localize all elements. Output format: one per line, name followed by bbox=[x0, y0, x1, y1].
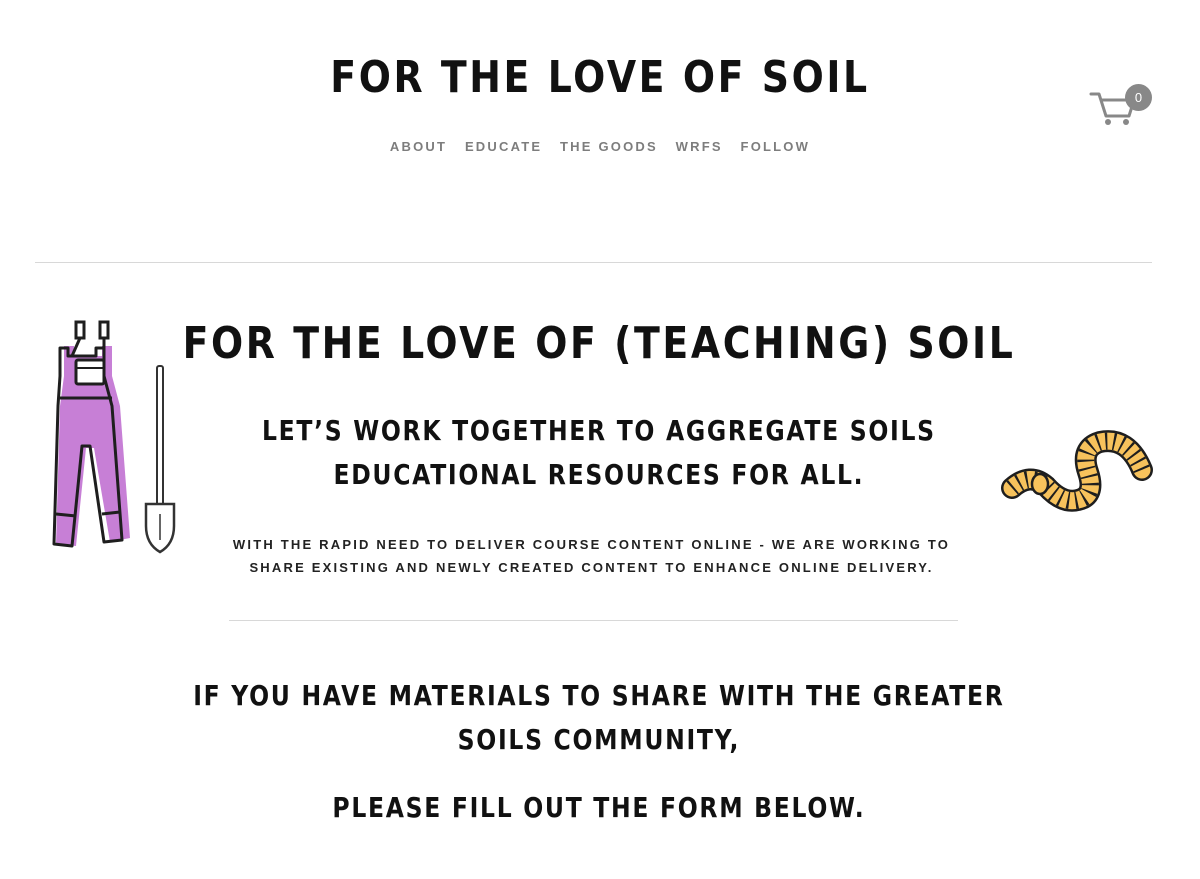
subheading-line-2: EDUCATIONAL RESOURCES FOR ALL. bbox=[333, 458, 865, 491]
nav-about[interactable]: ABOUT bbox=[390, 139, 447, 154]
nav-wrfs[interactable]: WRFS bbox=[676, 139, 723, 154]
site-title[interactable]: FOR THE LOVE OF SOIL bbox=[84, 52, 1116, 103]
header-divider bbox=[35, 262, 1152, 263]
main-nav: ABOUT EDUCATE THE GOODS WRFS FOLLOW bbox=[0, 139, 1200, 154]
form-prompt: PLEASE FILL OUT THE FORM BELOW. bbox=[332, 791, 866, 824]
subheading-line-1: LET’S WORK TOGETHER TO AGGREGATE SOILS bbox=[261, 414, 936, 447]
nav-educate[interactable]: EDUCATE bbox=[465, 139, 542, 154]
share-line-2: SOILS COMMUNITY, bbox=[457, 723, 741, 756]
share-line-1: IF YOU HAVE MATERIALS TO SHARE WITH THE … bbox=[193, 679, 1005, 712]
nav-the-goods[interactable]: THE GOODS bbox=[560, 139, 658, 154]
content-divider bbox=[229, 620, 958, 621]
cart-count-badge[interactable]: 0 bbox=[1125, 84, 1152, 111]
share-heading: IF YOU HAVE MATERIALS TO SHARE WITH THE … bbox=[95, 674, 1103, 762]
intro-line-2: SHARE EXISTING AND NEWLY CREATED CONTENT… bbox=[249, 560, 934, 575]
intro-line-1: WITH THE RAPID NEED TO DELIVER COURSE CO… bbox=[232, 537, 951, 552]
nav-follow[interactable]: FOLLOW bbox=[741, 139, 811, 154]
page-subheading: LET’S WORK TOGETHER TO AGGREGATE SOILS E… bbox=[95, 409, 1103, 497]
page-heading: FOR THE LOVE OF (TEACHING) SOIL bbox=[182, 318, 1016, 369]
intro-text: WITH THE RAPID NEED TO DELIVER COURSE CO… bbox=[0, 533, 1183, 579]
